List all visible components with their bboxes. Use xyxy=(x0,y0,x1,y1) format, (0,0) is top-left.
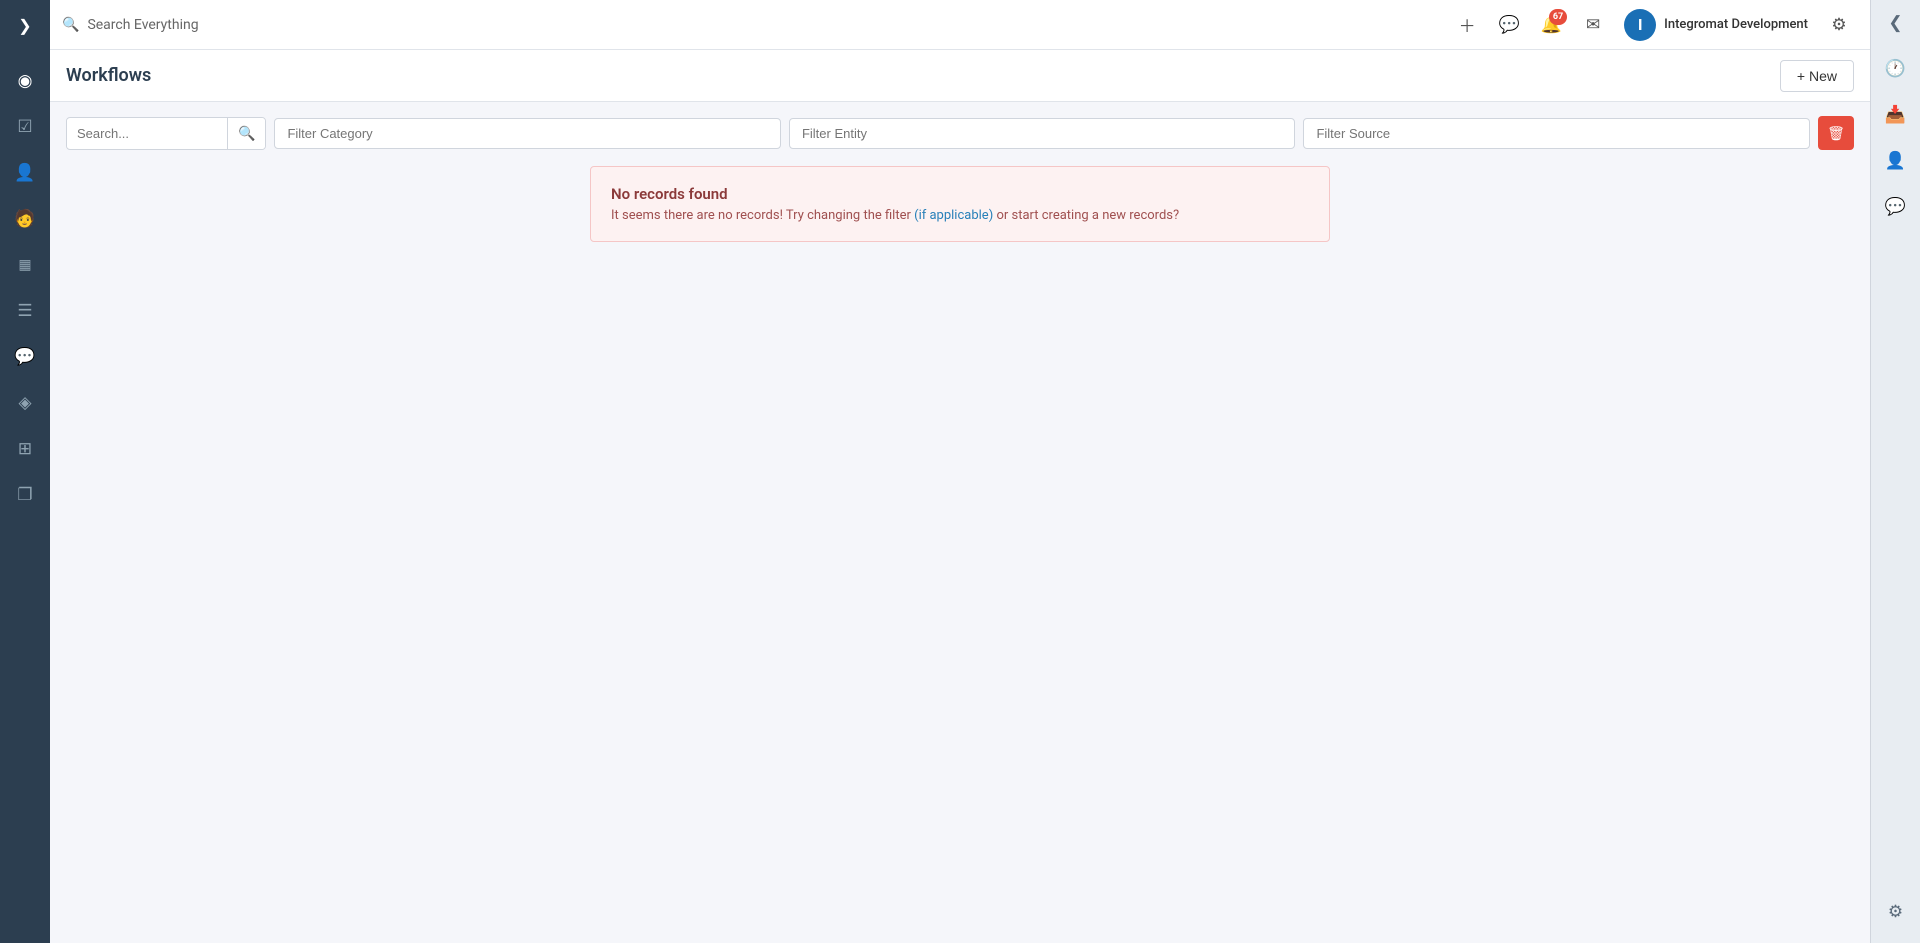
notification-count: 67 xyxy=(1549,9,1567,25)
sidebar-item-data[interactable]: ⊞ xyxy=(0,426,50,472)
right-sidebar-clock-btn[interactable]: 🕐 xyxy=(1871,46,1920,92)
right-sidebar-footer: ⚙ xyxy=(1871,889,1920,935)
settings-footer-icon: ⚙ xyxy=(1888,902,1903,922)
filter-category-input[interactable] xyxy=(274,118,781,149)
sidebar-nav: ◉ ☑ 👤 🧑 ▦ ☰ 💬 ◈ ⊞ ❐ xyxy=(0,50,50,943)
search-input[interactable] xyxy=(67,119,227,148)
pages-icon: ❐ xyxy=(17,485,32,505)
table-icon: ▦ xyxy=(18,257,31,273)
avatar: I xyxy=(1624,9,1656,41)
content-header: Workflows + New xyxy=(50,50,1870,102)
right-sidebar-inbox-btn[interactable]: 📥 xyxy=(1871,92,1920,138)
right-sidebar-settings-btn[interactable]: ⚙ xyxy=(1871,889,1920,935)
gear-icon: ⚙ xyxy=(1831,15,1846,35)
search-icon-main: 🔍 xyxy=(62,17,79,33)
no-records-box: No records found It seems there are no r… xyxy=(590,166,1330,242)
sidebar-item-calendar[interactable]: ☑ xyxy=(0,104,50,150)
clock-icon: 🕐 xyxy=(1885,59,1906,79)
sidebar-item-list[interactable]: ☰ xyxy=(0,288,50,334)
dashboard-icon: ◉ xyxy=(18,71,33,91)
contacts-icon: 👤 xyxy=(14,163,35,183)
badge-icon: ◈ xyxy=(18,393,31,413)
sidebar-item-contacts[interactable]: 👤 xyxy=(0,150,50,196)
right-sidebar-user-btn[interactable]: 👤 xyxy=(1871,138,1920,184)
user-area[interactable]: I Integromat Development xyxy=(1616,9,1816,41)
sidebar-item-badge[interactable]: ◈ xyxy=(0,380,50,426)
left-sidebar: ❯ ◉ ☑ 👤 🧑 ▦ ☰ 💬 ◈ ⊞ ❐ xyxy=(0,0,50,943)
mail-icon: ✉ xyxy=(1586,15,1600,35)
sidebar-item-pages[interactable]: ❐ xyxy=(0,472,50,518)
sidebar-toggle-btn[interactable]: ❯ xyxy=(0,0,50,50)
no-records-title: No records found xyxy=(611,185,1309,203)
right-sidebar-collapse-btn[interactable]: ❮ xyxy=(1871,0,1920,46)
sidebar-item-dashboard[interactable]: ◉ xyxy=(0,58,50,104)
avatar-letter: I xyxy=(1638,15,1643,34)
add-icon: ＋ xyxy=(1459,12,1476,37)
right-sidebar: ❮ 🕐 📥 👤 💬 ⚙ xyxy=(1870,0,1920,943)
top-header: 🔍 Search Everything ＋ 💬 🔔 67 ✉ I Integro… xyxy=(50,0,1870,50)
mail-btn[interactable]: ✉ xyxy=(1574,6,1612,44)
content-area: 🔍 🗑 No records found It seems there are … xyxy=(50,102,1870,943)
filter-bar: 🔍 🗑 xyxy=(66,116,1854,150)
expand-icon: ❯ xyxy=(18,16,31,35)
main-area: 🔍 Search Everything ＋ 💬 🔔 67 ✉ I Integro… xyxy=(50,0,1870,943)
data-icon: ⊞ xyxy=(18,439,32,459)
list-icon: ☰ xyxy=(17,301,32,321)
person-icon: 🧑 xyxy=(14,209,35,229)
notifications-btn[interactable]: 🔔 67 xyxy=(1532,6,1570,44)
add-btn[interactable]: ＋ xyxy=(1448,6,1486,44)
user-name-label: Integromat Development xyxy=(1664,17,1808,32)
no-records-description: It seems there are no records! Try chang… xyxy=(611,208,1309,223)
global-search[interactable]: 🔍 Search Everything xyxy=(62,17,1448,33)
chat-icon: 💬 xyxy=(14,347,35,367)
search-submit-icon: 🔍 xyxy=(238,125,255,141)
sidebar-item-persons[interactable]: 🧑 xyxy=(0,196,50,242)
trash-icon: 🗑 xyxy=(1827,125,1845,142)
no-records-link-text: (if applicable) xyxy=(914,208,993,223)
global-search-label: Search Everything xyxy=(87,17,198,33)
user-sidebar-icon: 👤 xyxy=(1885,151,1906,171)
messages-btn[interactable]: 💬 xyxy=(1490,6,1528,44)
filter-entity-input[interactable] xyxy=(789,118,1296,149)
delete-btn[interactable]: 🗑 xyxy=(1818,116,1854,150)
search-submit-btn[interactable]: 🔍 xyxy=(227,118,265,149)
calendar-icon: ☑ xyxy=(17,117,32,137)
page-title: Workflows xyxy=(66,65,151,86)
sidebar-item-table[interactable]: ▦ xyxy=(0,242,50,288)
settings-btn[interactable]: ⚙ xyxy=(1820,6,1858,44)
comment-icon: 💬 xyxy=(1885,197,1906,217)
new-button[interactable]: + New xyxy=(1780,60,1854,92)
sidebar-item-chat[interactable]: 💬 xyxy=(0,334,50,380)
right-sidebar-comment-btn[interactable]: 💬 xyxy=(1871,184,1920,230)
inbox-icon: 📥 xyxy=(1885,105,1906,125)
header-actions: ＋ 💬 🔔 67 ✉ I Integromat Development ⚙ xyxy=(1448,6,1858,44)
collapse-icon: ❮ xyxy=(1888,13,1902,33)
filter-source-input[interactable] xyxy=(1303,118,1810,149)
message-icon: 💬 xyxy=(1499,15,1520,35)
search-input-wrap: 🔍 xyxy=(66,117,266,150)
